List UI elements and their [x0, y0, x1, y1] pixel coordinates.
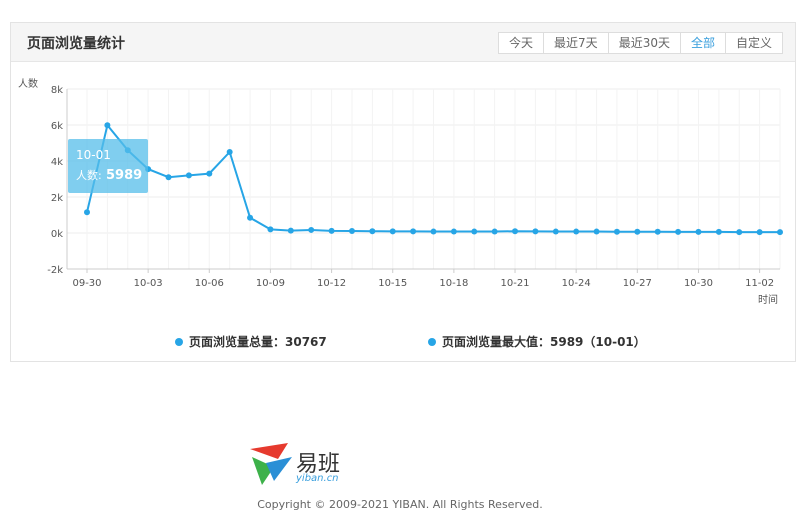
data-point	[736, 229, 743, 236]
data-point	[369, 228, 376, 235]
data-point	[471, 228, 478, 235]
total-pageviews-label: 页面浏览量总量：30767	[189, 335, 327, 349]
total-pageviews-summary: 页面浏览量总量：30767	[175, 333, 327, 350]
data-point	[226, 149, 233, 155]
y-axis-title: 人数	[18, 77, 38, 90]
y-tick-label: 2k	[51, 193, 63, 204]
max-pageviews-summary: 页面浏览量最大值：5989（10-01）	[428, 333, 646, 350]
legend-dot-icon	[175, 337, 183, 346]
data-point	[328, 227, 335, 234]
data-point	[267, 226, 274, 233]
date-range-tabs: 今天 最近7天 最近30天 全部 自定义	[498, 32, 783, 54]
x-axis-title: 时间	[758, 293, 778, 306]
data-point	[185, 172, 192, 179]
data-point	[450, 228, 457, 235]
tab-today[interactable]: 今天	[499, 33, 543, 53]
tab-all[interactable]: 全部	[679, 33, 725, 53]
panel-title: 页面浏览量统计	[27, 36, 125, 52]
data-point	[348, 228, 355, 235]
data-point	[675, 228, 682, 235]
data-point	[491, 228, 498, 235]
logo-subtitle: yiban.cn	[296, 473, 339, 484]
panel-header: 页面浏览量统计 今天 最近7天 最近30天 全部 自定义	[11, 23, 795, 62]
y-tick-label: -2k	[47, 265, 63, 276]
x-tick-label: 10-03	[134, 278, 163, 289]
data-point	[512, 228, 519, 235]
data-point	[389, 228, 396, 235]
x-tick-label: 10-12	[317, 278, 346, 289]
x-tick-label: 11-02	[745, 278, 774, 289]
data-point	[613, 228, 620, 235]
y-tick-label: 4k	[51, 157, 63, 168]
data-point	[532, 228, 539, 235]
data-point	[715, 228, 722, 235]
y-tick-label: 6k	[51, 121, 63, 132]
y-tick-label: 0k	[51, 229, 63, 240]
data-point	[104, 122, 111, 129]
data-point	[84, 209, 90, 216]
data-point	[247, 214, 254, 221]
tooltip-label: 人数:	[76, 169, 102, 182]
tooltip-date: 10-01	[76, 148, 111, 162]
x-tick-label: 10-15	[378, 278, 407, 289]
data-point	[552, 228, 559, 235]
pageview-line-chart: -2k 0k 2k 4k 6k 8k 09-30 10-03 10-06 10-09 10-12 10…	[18, 77, 783, 306]
data-point	[777, 229, 783, 236]
x-tick-label: 10-18	[439, 278, 468, 289]
legend-dot-icon	[428, 337, 436, 346]
x-tick-label: 10-21	[500, 278, 529, 289]
x-tick-label: 10-27	[623, 278, 652, 289]
data-point	[206, 170, 213, 177]
x-tick-label: 09-30	[72, 278, 101, 289]
x-tick-label: 10-24	[562, 278, 591, 289]
data-point	[654, 228, 661, 235]
data-point	[695, 228, 702, 235]
tab-last-30-days[interactable]: 最近30天	[607, 33, 680, 53]
x-tick-label: 10-30	[684, 278, 713, 289]
tab-last-7-days[interactable]: 最近7天	[543, 33, 608, 53]
data-point	[756, 229, 763, 236]
data-point	[165, 174, 172, 181]
data-point	[573, 228, 580, 235]
tab-custom[interactable]: 自定义	[724, 33, 782, 53]
x-tick-label: 10-09	[256, 278, 285, 289]
data-point	[410, 228, 417, 235]
max-pageviews-label: 页面浏览量最大值：5989（10-01）	[442, 335, 646, 349]
data-point	[430, 228, 437, 235]
tooltip-value: 5989	[106, 168, 142, 183]
data-point	[593, 228, 600, 235]
y-tick-label: 8k	[51, 85, 63, 96]
data-point	[287, 227, 294, 234]
data-point	[308, 226, 315, 233]
copyright-text: Copyright © 2009-2021 YIBAN. All Rights …	[257, 498, 543, 511]
data-point	[634, 228, 641, 235]
x-tick-label: 10-06	[195, 278, 224, 289]
